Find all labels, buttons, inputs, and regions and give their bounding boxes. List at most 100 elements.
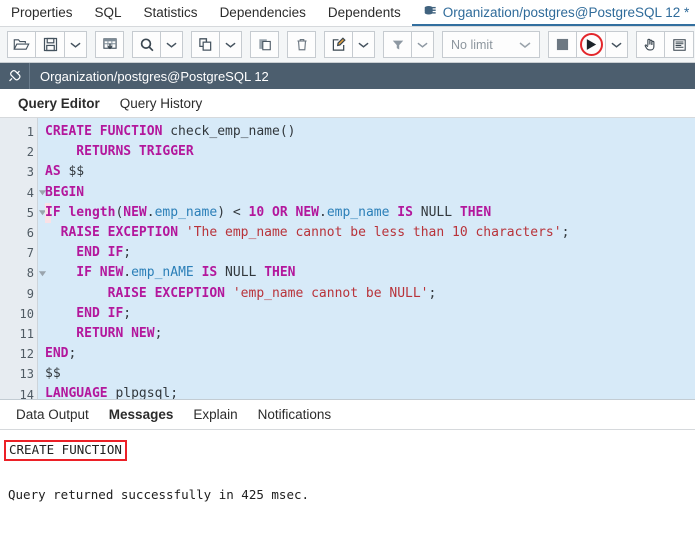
chevron-down-icon[interactable]: [220, 31, 242, 58]
output-tab-bar: Data Output Messages Explain Notificatio…: [0, 400, 695, 430]
line-number: 5: [0, 203, 47, 223]
paste-icon[interactable]: [250, 31, 279, 58]
toolbar-group-file: [7, 31, 87, 58]
line-number: 8: [0, 263, 47, 283]
tab-query-history[interactable]: Query History: [110, 96, 213, 111]
toolbar-group-grid: [95, 31, 124, 58]
tab-statistics-label: Statistics: [143, 4, 198, 20]
edit-grid-icon[interactable]: [95, 31, 124, 58]
code-line: IF length(NEW.emp_name) < 10 OR NEW.emp_…: [45, 202, 695, 223]
line-number: 3: [26, 165, 34, 180]
toolbar-group-limit: No limit: [442, 31, 540, 58]
tab-properties[interactable]: Properties: [0, 0, 84, 26]
tab-statistics[interactable]: Statistics: [133, 0, 209, 26]
line-number: 13: [19, 367, 34, 382]
code-line: END IF;: [45, 305, 132, 321]
chevron-down-icon[interactable]: [606, 31, 628, 58]
line-number: 9: [26, 286, 34, 301]
line-number: 10: [19, 306, 34, 321]
execute-play-icon[interactable]: [577, 31, 606, 58]
chevron-down-icon[interactable]: [353, 31, 375, 58]
code-line: BEGIN: [45, 184, 85, 200]
sql-editor[interactable]: 1 2 3 4 5 6 7 8 9 10 11 12 13 14 CREATE FUNCTION chec…: [0, 118, 695, 400]
code-area[interactable]: CREATE FUNCTION check_emp_name() RETURNS…: [38, 118, 695, 399]
row-limit-value: No limit: [451, 37, 493, 52]
toolbar-group-execute: [548, 31, 628, 58]
explain-hand-icon[interactable]: [636, 31, 665, 58]
line-number-gutter: 1 2 3 4 5 6 7 8 9 10 11 12 13 14: [0, 118, 47, 400]
output-panel: Data Output Messages Explain Notificatio…: [0, 400, 695, 535]
tab-messages-label: Messages: [108, 407, 174, 422]
edit-pencil-icon[interactable]: [324, 31, 353, 58]
code-line: IF NEW.emp_nAME IS NULL THEN: [45, 265, 296, 281]
tab-explain-label: Explain: [193, 407, 238, 422]
code-line: RETURNS TRIGGER: [45, 144, 194, 160]
tab-messages[interactable]: Messages: [99, 407, 184, 422]
pgadmin-query-tool: Properties SQL Statistics Dependencies D…: [0, 0, 695, 535]
line-number: 1: [26, 125, 34, 140]
toolbar-group-paste: [250, 31, 279, 58]
tab-query-tool-session-label: Organization/postgres@PostgreSQL 12 *: [442, 4, 690, 20]
query-tool-icon[interactable]: [665, 31, 694, 58]
tab-dependents-label: Dependents: [327, 4, 401, 20]
copy-icon[interactable]: [191, 31, 220, 58]
filter-funnel-icon[interactable]: [383, 31, 412, 58]
chevron-down-icon[interactable]: [161, 31, 183, 58]
tab-query-history-label: Query History: [119, 95, 203, 111]
toolbar-group-copy: [191, 31, 242, 58]
code-line: END;: [45, 346, 77, 362]
code-line: RAISE EXCEPTION 'emp_name cannot be NULL…: [45, 285, 437, 301]
object-tab-bar: Properties SQL Statistics Dependencies D…: [0, 0, 695, 27]
tab-notifications-label: Notifications: [257, 407, 332, 422]
query-panel-tab-bar: Query Editor Query History: [0, 89, 695, 118]
line-number: 14: [19, 387, 34, 400]
chevron-down-icon[interactable]: [65, 31, 87, 58]
tab-properties-label: Properties: [11, 4, 73, 20]
messages-output: CREATE FUNCTION Query returned successfu…: [0, 430, 695, 535]
row-limit-select[interactable]: No limit: [442, 31, 540, 58]
line-number: 2: [26, 145, 34, 160]
messages-result-row: CREATE FUNCTION: [4, 440, 691, 462]
save-file-icon[interactable]: [36, 31, 65, 58]
toolbar-group-explain: [636, 31, 694, 58]
search-icon[interactable]: [132, 31, 161, 58]
tab-dependencies[interactable]: Dependencies: [209, 0, 317, 26]
tab-dependents[interactable]: Dependents: [317, 0, 412, 26]
line-number: 7: [26, 246, 34, 261]
messages-result-label: CREATE FUNCTION: [4, 440, 127, 462]
tab-notifications[interactable]: Notifications: [248, 407, 342, 422]
tab-dependencies-label: Dependencies: [219, 4, 306, 20]
toolbar-group-delete: [287, 31, 316, 58]
messages-status-text: Query returned successfully in 425 msec.: [8, 487, 310, 503]
tab-data-output-label: Data Output: [16, 407, 89, 422]
code-line: LANGUAGE plpgsql;: [45, 386, 179, 399]
tab-explain[interactable]: Explain: [183, 407, 247, 422]
toolbar-group-filter: [383, 31, 434, 58]
line-number: 6: [26, 226, 34, 241]
code-line: END IF;: [45, 245, 132, 261]
tab-query-editor-label: Query Editor: [18, 95, 100, 111]
toolbar-group-find: [132, 31, 183, 58]
tab-query-tool-session[interactable]: Organization/postgres@PostgreSQL 12 *: [411, 0, 695, 26]
chevron-down-icon: [519, 38, 531, 52]
tab-data-output[interactable]: Data Output: [6, 407, 99, 422]
stop-icon[interactable]: [548, 31, 577, 58]
connection-plug-icon: [0, 63, 30, 89]
trash-icon[interactable]: [287, 31, 316, 58]
line-number: 12: [19, 347, 34, 362]
code-line: AS $$: [45, 164, 85, 180]
chevron-down-icon[interactable]: [412, 31, 434, 58]
code-line: RETURN NEW;: [45, 325, 163, 341]
connection-title: Organization/postgres@PostgreSQL 12: [40, 68, 269, 84]
database-server-icon: [423, 5, 437, 19]
line-number: 11: [19, 326, 34, 341]
open-file-icon[interactable]: [7, 31, 36, 58]
toolbar-group-edit: [324, 31, 375, 58]
code-line: $$: [45, 366, 61, 382]
tab-query-editor[interactable]: Query Editor: [8, 96, 110, 111]
tab-sql[interactable]: SQL: [84, 0, 133, 26]
connection-bar: Organization/postgres@PostgreSQL 12: [0, 63, 695, 89]
tab-sql-label: SQL: [94, 4, 122, 20]
code-line: CREATE FUNCTION check_emp_name(): [45, 124, 296, 139]
query-toolbar: No limit: [0, 27, 695, 63]
